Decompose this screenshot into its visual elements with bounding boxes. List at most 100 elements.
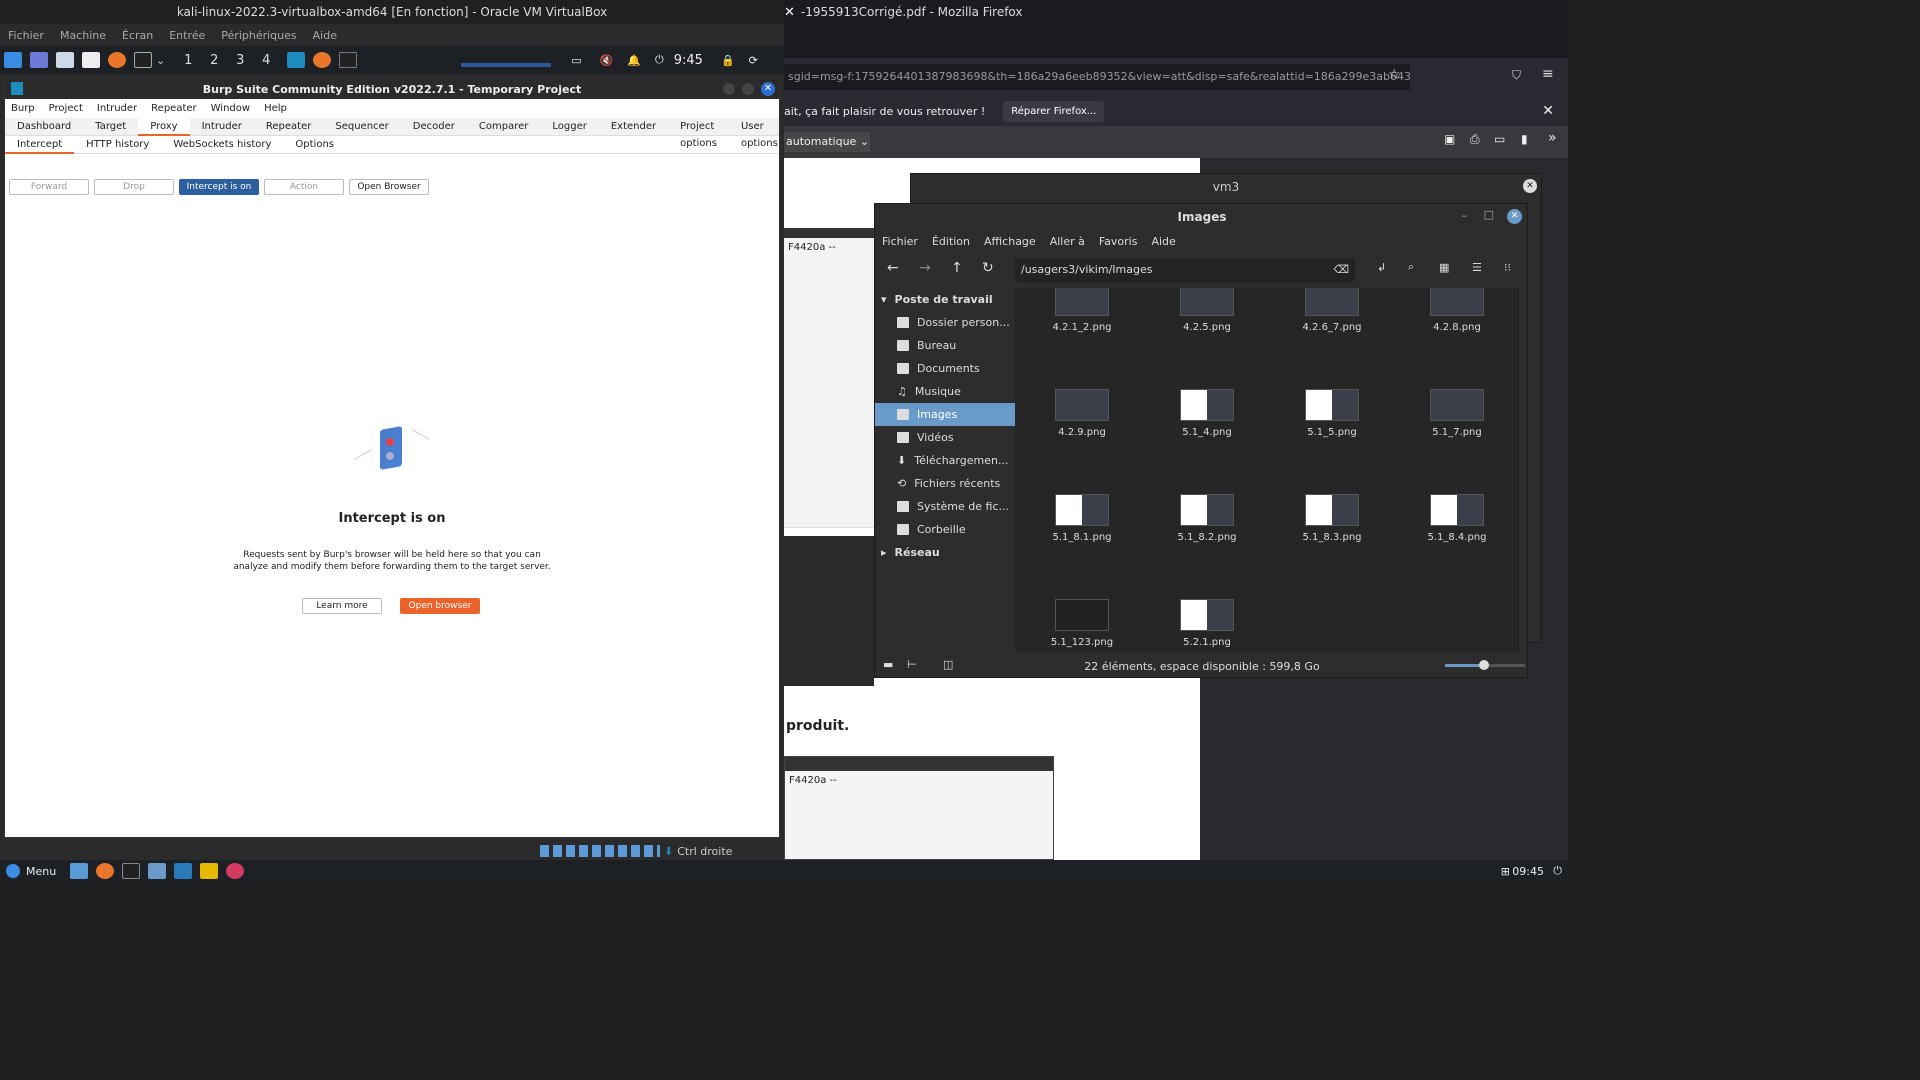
tab-decoder[interactable]: Decoder <box>401 118 467 136</box>
workspace-4[interactable]: 4 <box>253 53 279 68</box>
tab-user-options[interactable]: User options <box>729 118 790 149</box>
file-manager-icon[interactable] <box>56 52 74 68</box>
fm-minimize-button[interactable]: – <box>1462 209 1468 222</box>
up-arrow-icon[interactable]: ↑ <box>951 260 963 276</box>
intercept-toggle-button[interactable]: Intercept is on <box>179 179 259 195</box>
kali-menu-icon[interactable] <box>4 52 22 68</box>
fm-menu-aide[interactable]: Aide <box>1151 235 1175 248</box>
zoom-slider[interactable] <box>1445 660 1525 670</box>
file-item[interactable]: 5.1_7.png <box>1402 389 1512 438</box>
toggle-sidebar-icon[interactable]: ◫ <box>943 658 953 671</box>
drop-button[interactable]: Drop <box>94 179 174 195</box>
desktop-icon[interactable] <box>30 52 48 68</box>
workspace-2[interactable]: 2 <box>201 53 227 68</box>
file-item[interactable]: 5.1_4.png <box>1152 389 1262 438</box>
repair-firefox-button[interactable]: Réparer Firefox... <box>1003 100 1105 122</box>
tab-logger[interactable]: Logger <box>540 118 598 136</box>
burp-menu-window[interactable]: Window <box>211 103 250 114</box>
tab-dashboard[interactable]: Dashboard <box>5 118 83 136</box>
sidebar-item-videos[interactable]: Vidéos <box>875 426 1015 449</box>
tab-comparer[interactable]: Comparer <box>467 118 540 136</box>
search-icon[interactable]: ⌕ <box>1408 260 1414 274</box>
subtab-websockets-history[interactable]: WebSockets history <box>161 136 283 154</box>
location-field[interactable]: /usagers3/vikim/Images ⌫ <box>1015 258 1355 282</box>
vbox-menu-machine[interactable]: Machine <box>60 29 106 42</box>
tree-view-icon[interactable]: ⊢ <box>907 658 917 671</box>
tab-sequencer[interactable]: Sequencer <box>323 118 400 136</box>
burp-task-icon[interactable] <box>287 52 306 68</box>
text-editor-icon[interactable] <box>82 52 100 68</box>
file-item[interactable]: 4.2.5.png <box>1152 288 1262 333</box>
file-item[interactable]: 5.1_8.1.png <box>1027 494 1137 543</box>
forward-button[interactable]: Forward <box>9 179 89 195</box>
tools-icon[interactable] <box>200 863 219 879</box>
fm-menu-aller[interactable]: Aller à <box>1050 235 1085 248</box>
minimize-button[interactable] <box>723 83 735 95</box>
file-item[interactable]: 4.2.1_2.png <box>1027 288 1137 333</box>
clear-location-icon[interactable]: ⌫ <box>1333 258 1349 282</box>
list-view-icon[interactable]: ☰ <box>1472 261 1482 274</box>
fm-maximize-button[interactable]: □ <box>1484 208 1494 221</box>
terminal-task-icon[interactable] <box>339 52 358 68</box>
lock-icon[interactable]: 🔒 <box>721 54 735 67</box>
vbox-device-icons[interactable] <box>540 845 660 857</box>
logout-icon[interactable]: ⟳ <box>749 54 758 67</box>
sidebar-item-trash[interactable]: Corbeille <box>875 518 1015 541</box>
burp-menu-project[interactable]: Project <box>49 103 83 114</box>
zoom-select[interactable]: automatique ⌄ <box>784 132 870 152</box>
app-icon[interactable] <box>226 863 245 879</box>
maximize-button[interactable] <box>742 83 754 95</box>
sidebar-item-downloads[interactable]: ⬇ Téléchargemen... <box>875 449 1015 472</box>
network-icon[interactable]: ⊞ <box>1501 865 1510 878</box>
file-item[interactable]: 4.2.9.png <box>1027 389 1137 438</box>
sidebar-item-images[interactable]: Images <box>875 403 1015 426</box>
fm-close-button[interactable]: ✕ <box>1507 209 1522 224</box>
fm-menu-edition[interactable]: Édition <box>932 235 970 248</box>
save-icon[interactable]: ▭ <box>1494 132 1505 146</box>
subtab-http-history[interactable]: HTTP history <box>74 136 161 154</box>
file-item[interactable]: 5.1_8.2.png <box>1152 494 1262 543</box>
display-icon[interactable]: ▭ <box>571 54 581 67</box>
bookmark-star-icon[interactable]: ☆ <box>1388 67 1401 83</box>
vbox-menu-ecran[interactable]: Écran <box>122 29 153 42</box>
subtab-options[interactable]: Options <box>283 136 346 154</box>
tab-repeater[interactable]: Repeater <box>254 118 323 136</box>
firefox-taskbar-icon[interactable] <box>96 863 115 879</box>
fm-menu-favoris[interactable]: Favoris <box>1099 235 1138 248</box>
file-item[interactable]: 4.2.6_7.png <box>1277 288 1387 333</box>
pocket-icon[interactable]: ⛉ <box>1512 68 1521 83</box>
bookmark-icon[interactable]: ▮ <box>1521 132 1528 146</box>
sidebar-item-musique[interactable]: ♫ Musique <box>875 380 1015 403</box>
close-button[interactable]: ✕ <box>761 82 775 96</box>
open-browser-button[interactable]: Open Browser <box>349 179 429 195</box>
forward-arrow-icon[interactable]: → <box>919 260 931 276</box>
tab-intruder[interactable]: Intruder <box>190 118 254 136</box>
firefox-url-field[interactable]: sgid=msg-f:1759264401387983698&th=186a29… <box>784 64 1410 90</box>
open-browser-orange-button[interactable]: Open browser <box>400 598 480 614</box>
file-item[interactable]: 5.2.1.png <box>1152 599 1262 648</box>
fm-menu-affichage[interactable]: Affichage <box>984 235 1036 248</box>
vbox-menu-fichier[interactable]: Fichier <box>8 29 44 42</box>
files-icon[interactable] <box>70 863 89 879</box>
fm-menu-fichier[interactable]: Fichier <box>882 235 918 248</box>
vbox-menu-entree[interactable]: Entrée <box>169 29 205 42</box>
burp-menu-help[interactable]: Help <box>264 103 287 114</box>
power-icon[interactable]: ⏻ <box>655 53 664 67</box>
chevron-down-icon[interactable]: ⌄ <box>156 54 165 67</box>
back-arrow-icon[interactable]: ← <box>887 260 899 276</box>
sidebar-item-recent[interactable]: ⟲ Fichiers récents <box>875 472 1015 495</box>
file-item[interactable]: 5.1_5.png <box>1277 389 1387 438</box>
sidebar-header-network[interactable]: ▸ Réseau <box>875 541 1015 564</box>
virtualbox-icon[interactable] <box>174 863 193 879</box>
terminal-icon[interactable] <box>134 52 152 68</box>
file-item[interactable]: 5.1_123.png <box>1027 599 1137 648</box>
compact-view-icon[interactable]: ⁝⁝ <box>1504 261 1511 274</box>
close-tab-icon[interactable]: ✕ <box>784 5 795 20</box>
tab-proxy[interactable]: Proxy <box>138 117 190 136</box>
subtab-intercept[interactable]: Intercept <box>5 136 75 154</box>
close-notice-icon[interactable]: ✕ <box>1542 103 1554 119</box>
firefox-icon[interactable] <box>108 52 126 68</box>
hamburger-menu-icon[interactable]: ≡ <box>1542 66 1554 82</box>
sidebar-item-bureau[interactable]: Bureau <box>875 334 1015 357</box>
presentation-icon[interactable]: ▣ <box>1444 132 1455 146</box>
